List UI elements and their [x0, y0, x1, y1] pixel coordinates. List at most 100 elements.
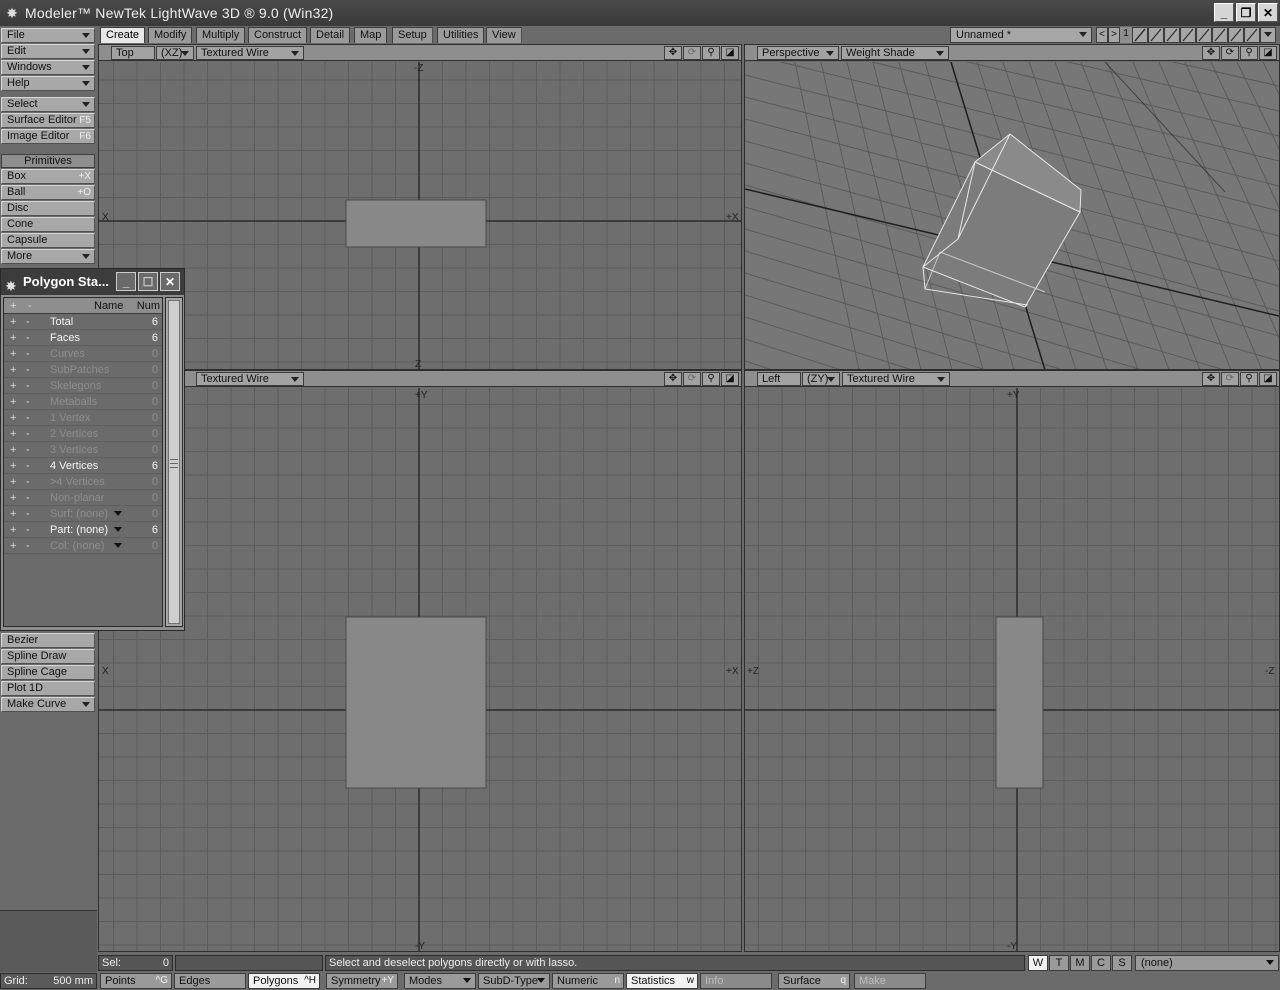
remove-from-selection-icon[interactable]: -: [26, 538, 36, 554]
add-to-selection-icon[interactable]: +: [10, 378, 20, 394]
layer-5-toggle[interactable]: [1196, 27, 1212, 43]
statistics-button[interactable]: Statistics w: [626, 973, 698, 989]
chevron-down-icon[interactable]: [114, 543, 122, 548]
ball-button[interactable]: Ball +O: [1, 185, 95, 200]
move-view-icon[interactable]: ✥: [664, 46, 682, 60]
add-to-selection-icon[interactable]: +: [10, 426, 20, 442]
rotate-view-icon[interactable]: ⟳: [683, 372, 701, 386]
viewport-canvas[interactable]: -Z Z X +X: [99, 62, 741, 370]
remove-all-icon[interactable]: -: [28, 298, 32, 314]
viewport-top[interactable]: Top (XZ) Textured Wire ✥ ⟳ ⚲ ◪ -Z Z X +X: [98, 44, 742, 370]
rotate-view-icon[interactable]: ⟳: [683, 46, 701, 60]
remove-from-selection-icon[interactable]: -: [26, 362, 36, 378]
modes-dropdown[interactable]: Modes: [404, 973, 476, 989]
view-type-dropdown[interactable]: Top: [111, 46, 155, 60]
layer-3-toggle[interactable]: [1164, 27, 1180, 43]
maximize-view-icon[interactable]: ◪: [1259, 46, 1277, 60]
remove-from-selection-icon[interactable]: -: [26, 426, 36, 442]
remove-from-selection-icon[interactable]: -: [26, 522, 36, 538]
zoom-view-icon[interactable]: ⚲: [702, 372, 720, 386]
statistics-row[interactable]: + - Surf: (none) 0: [4, 506, 162, 522]
viewport-perspective[interactable]: Perspective Weight Shade ✥ ⟳ ⚲ ◪: [744, 44, 1280, 370]
select-menu[interactable]: Select: [1, 97, 95, 112]
layer-4-toggle[interactable]: [1180, 27, 1196, 43]
remove-from-selection-icon[interactable]: -: [26, 474, 36, 490]
remove-from-selection-icon[interactable]: -: [26, 506, 36, 522]
statistics-row[interactable]: + - 4 Vertices 6: [4, 458, 162, 474]
tab-detail[interactable]: Detail: [310, 27, 351, 43]
axes-dropdown[interactable]: (XZ): [156, 46, 194, 60]
add-to-selection-icon[interactable]: +: [10, 506, 20, 522]
cone-button[interactable]: Cone: [1, 217, 95, 232]
remove-from-selection-icon[interactable]: -: [26, 410, 36, 426]
move-view-icon[interactable]: ✥: [1202, 372, 1220, 386]
statistics-row[interactable]: + - Col: (none) 0: [4, 538, 162, 554]
render-mode-dropdown[interactable]: Weight Shade: [841, 46, 949, 60]
zoom-view-icon[interactable]: ⚲: [1240, 46, 1258, 60]
mmap-button[interactable]: M: [1070, 955, 1090, 971]
tab-utilities[interactable]: Utilities: [437, 27, 485, 43]
view-type-dropdown[interactable]: Perspective: [757, 46, 839, 60]
plot-1d-button[interactable]: Plot 1D: [1, 681, 95, 696]
add-to-selection-icon[interactable]: +: [10, 346, 20, 362]
statistics-row[interactable]: + - >4 Vertices 0: [4, 474, 162, 490]
statistics-row[interactable]: + - 1 Vertex 0: [4, 410, 162, 426]
layer-2-toggle[interactable]: [1148, 27, 1164, 43]
move-view-icon[interactable]: ✥: [1202, 46, 1220, 60]
statistics-row[interactable]: + - SubPatches 0: [4, 362, 162, 378]
maximize-view-icon[interactable]: ◪: [1259, 372, 1277, 386]
more-menu[interactable]: More: [1, 249, 95, 264]
tab-create[interactable]: Create: [100, 27, 146, 43]
add-to-selection-icon[interactable]: +: [10, 490, 20, 506]
remove-from-selection-icon[interactable]: -: [26, 490, 36, 506]
remove-from-selection-icon[interactable]: -: [26, 442, 36, 458]
statistics-title-bar[interactable]: ✸ Polygon Sta... _ ☐ ✕: [1, 269, 184, 295]
polygons-mode-button[interactable]: Polygons ^H: [248, 973, 320, 989]
statistics-row[interactable]: + - Part: (none) 6: [4, 522, 162, 538]
numeric-button[interactable]: Numeric n: [552, 973, 624, 989]
object-selector[interactable]: Unnamed *: [950, 27, 1092, 43]
vmap-dropdown[interactable]: (none): [1135, 955, 1279, 971]
remove-from-selection-icon[interactable]: -: [26, 314, 36, 330]
remove-from-selection-icon[interactable]: -: [26, 330, 36, 346]
wmap-button[interactable]: W: [1028, 955, 1048, 971]
tab-modify[interactable]: Modify: [148, 27, 193, 43]
maximize-button[interactable]: ☐: [138, 272, 158, 291]
statistics-row[interactable]: + - Non-planar 0: [4, 490, 162, 506]
box-mesh-top[interactable]: [345, 199, 487, 248]
chevron-down-icon[interactable]: [114, 527, 122, 532]
remove-from-selection-icon[interactable]: -: [26, 346, 36, 362]
smap-button[interactable]: S: [1112, 955, 1132, 971]
viewport-canvas[interactable]: [745, 62, 1279, 370]
minimize-button[interactable]: _: [1214, 3, 1234, 22]
remove-from-selection-icon[interactable]: -: [26, 458, 36, 474]
cmap-button[interactable]: C: [1091, 955, 1111, 971]
file-menu[interactable]: File: [1, 28, 95, 43]
render-mode-dropdown[interactable]: Textured Wire: [196, 372, 304, 386]
statistics-row[interactable]: + - 2 Vertices 0: [4, 426, 162, 442]
statistics-scrollbar[interactable]: [165, 297, 183, 627]
add-to-selection-icon[interactable]: +: [10, 410, 20, 426]
image-editor-button[interactable]: Image Editor F6: [1, 129, 95, 144]
rotate-view-icon[interactable]: ⟳: [1221, 46, 1239, 60]
axes-dropdown[interactable]: (ZY): [802, 372, 840, 386]
add-to-selection-icon[interactable]: +: [10, 458, 20, 474]
maximize-view-icon[interactable]: ◪: [721, 46, 739, 60]
layer-1-toggle[interactable]: [1132, 27, 1148, 43]
edit-menu[interactable]: Edit: [1, 44, 95, 59]
minimize-button[interactable]: _: [116, 272, 136, 291]
layer-8-toggle[interactable]: [1244, 27, 1260, 43]
statistics-row[interactable]: + - Curves 0: [4, 346, 162, 362]
move-view-icon[interactable]: ✥: [664, 372, 682, 386]
remove-from-selection-icon[interactable]: -: [26, 378, 36, 394]
tab-map[interactable]: Map: [354, 27, 388, 43]
next-layer-button[interactable]: >: [1108, 27, 1120, 43]
zoom-view-icon[interactable]: ⚲: [1240, 372, 1258, 386]
points-mode-button[interactable]: Points ^G: [100, 973, 172, 989]
viewport-left[interactable]: Left (ZY) Textured Wire ✥ ⟳ ⚲ ◪ +Y -Y +Z…: [744, 370, 1280, 952]
render-mode-dropdown[interactable]: Textured Wire: [842, 372, 950, 386]
render-mode-dropdown[interactable]: Textured Wire: [196, 46, 304, 60]
statistics-row[interactable]: + - Faces 6: [4, 330, 162, 346]
zoom-view-icon[interactable]: ⚲: [702, 46, 720, 60]
spline-cage-button[interactable]: Spline Cage: [1, 665, 95, 680]
